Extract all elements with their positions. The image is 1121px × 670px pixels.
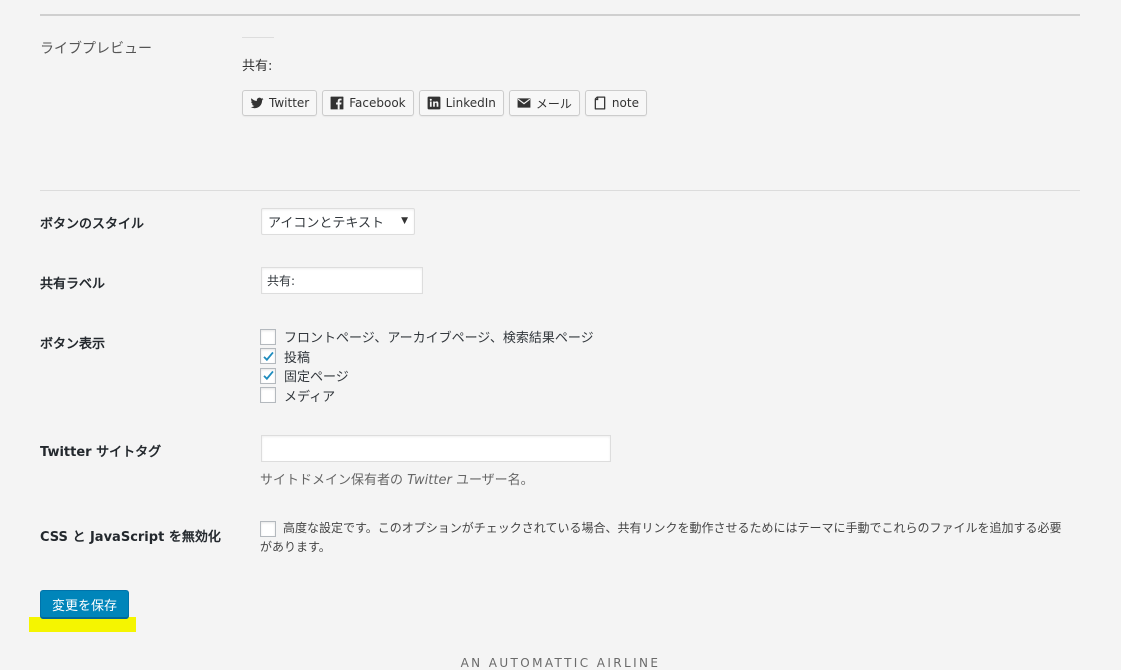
mail-share-label: メール [535, 96, 572, 111]
share-buttons-preview: Twitter Facebook LinkedIn メール note [242, 90, 647, 116]
share-label-input[interactable]: 共有: [261, 267, 423, 294]
option-front-archive-search[interactable]: フロントページ、アーカイブページ、検索結果ページ [260, 327, 594, 347]
option-pages-label: 固定ページ [284, 370, 349, 386]
checkbox-front-archive-search[interactable] [260, 328, 276, 345]
button-display-options: フロントページ、アーカイブページ、検索結果ページ 投稿 固定ページ メディア [260, 327, 594, 405]
disable-css-js-description: 高度な設定です。このオプションがチェックされている場合、共有リンクを動作させるた… [260, 521, 1062, 554]
option-front-archive-search-label: フロントページ、アーカイブページ、検索結果ページ [284, 331, 594, 347]
preview-share-label: 共有: [242, 59, 273, 74]
linkedin-icon [427, 96, 441, 110]
share-label-setting-label: 共有ラベル [40, 277, 106, 292]
highlight-mark [29, 617, 136, 632]
dropdown-arrow-icon: ▼ [401, 216, 408, 226]
checkbox-pages[interactable] [260, 367, 276, 384]
section-divider [40, 190, 1080, 191]
note-share-button[interactable]: note [584, 90, 647, 116]
twitter-site-tag-label: Twitter サイトタグ [40, 445, 162, 460]
checkbox-media[interactable] [260, 387, 276, 404]
checkmark-icon [262, 351, 274, 361]
option-posts[interactable]: 投稿 [260, 347, 594, 367]
option-posts-label: 投稿 [284, 350, 311, 366]
option-media-label: メディア [284, 389, 336, 405]
note-share-label: note [611, 96, 639, 110]
button-style-label: ボタンのスタイル [40, 217, 145, 232]
twitter-share-button[interactable]: Twitter [242, 90, 318, 116]
button-style-selected-value: アイコンとテキスト [268, 216, 384, 231]
checkmark-icon [262, 371, 274, 381]
footer-brand: AN AUTOMATTIC AIRLINE [460, 656, 661, 670]
facebook-share-label: Facebook [349, 96, 406, 110]
linkedin-share-button[interactable]: LinkedIn [418, 90, 504, 116]
twitter-site-tag-description: サイトドメイン保有者の Twitter ユーザー名。 [260, 473, 534, 488]
mail-icon [517, 96, 531, 110]
live-preview-label: ライブプレビュー [40, 41, 152, 57]
checkbox-posts[interactable] [260, 348, 276, 365]
linkedin-share-label: LinkedIn [445, 96, 496, 110]
button-display-label: ボタン表示 [40, 337, 106, 352]
option-media[interactable]: メディア [260, 386, 594, 406]
share-label-input-value: 共有: [267, 274, 296, 288]
facebook-icon [330, 96, 344, 110]
preview-divider [242, 37, 274, 38]
note-icon [593, 96, 607, 110]
twitter-site-tag-input[interactable] [261, 435, 611, 462]
button-style-select[interactable]: アイコンとテキスト ▼ [261, 208, 415, 235]
facebook-share-button[interactable]: Facebook [322, 90, 414, 116]
mail-share-button[interactable]: メール [508, 90, 580, 116]
twitter-icon [250, 96, 264, 110]
option-pages[interactable]: 固定ページ [260, 366, 594, 386]
sharing-settings-page: ライブプレビュー 共有: Twitter Facebook LinkedIn メ [0, 0, 1121, 670]
save-changes-button[interactable]: 変更を保存 [40, 590, 130, 618]
disable-css-js-label: CSS と JavaScript を無効化 [40, 530, 221, 545]
twitter-share-label: Twitter [269, 96, 310, 110]
top-divider [40, 14, 1080, 16]
